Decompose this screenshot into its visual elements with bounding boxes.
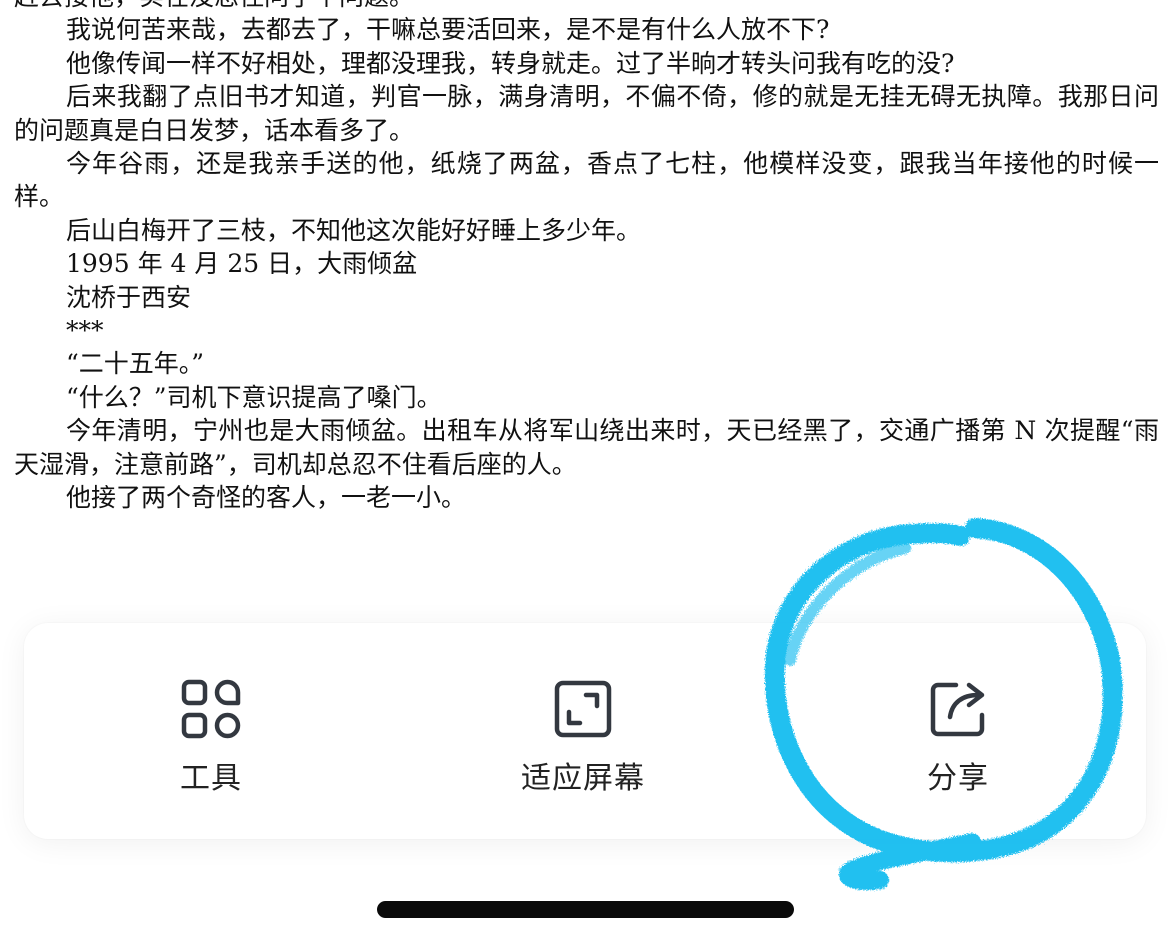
section-separator: *** [66, 316, 104, 346]
paragraph: “二十五年。” [66, 349, 205, 379]
paragraph: 他接了两个奇怪的客人，一老一小。 [66, 483, 467, 513]
paragraph: 后山白梅开了三枝，不知他这次能好好睡上多少年。 [66, 215, 642, 245]
tools-grid-icon [181, 679, 241, 739]
bottom-action-sheet: 工具 适应屏幕 分享 [24, 623, 1146, 839]
home-indicator[interactable] [377, 901, 794, 918]
screen: 赶去接他，实在没忍住问了个问题。 我说何苦来哉，去都去了，干嘛总要活回来，是不是… [0, 0, 1170, 941]
fit-screen-label: 适应屏幕 [521, 761, 645, 796]
tools-button[interactable]: 工具 [81, 623, 341, 839]
paragraph: 沈桥于西安 [66, 282, 192, 312]
share-label: 分享 [927, 761, 989, 796]
fit-screen-button[interactable]: 适应屏幕 [453, 623, 713, 839]
paragraph: 今年清明，宁州也是大雨倾盆。出租车从将军山绕出来时，天已经黑了，交通广播第 N … [14, 416, 1159, 479]
paragraph: 我说何苦来哉，去都去了，干嘛总要活回来，是不是有什么人放不下? [66, 15, 830, 45]
paragraph: 今年谷雨，还是我亲手送的他，纸烧了两盆，香点了七柱，他模样没变，跟我当年接他的时… [14, 149, 1159, 212]
fit-screen-icon [554, 680, 612, 738]
share-button[interactable]: 分享 [828, 623, 1088, 839]
paragraph: 他像传闻一样不好相处，理都没理我，转身就走。过了半晌才转头问我有吃的没? [66, 48, 955, 78]
paragraph: “什么？”司机下意识提高了嗓门。 [66, 382, 442, 412]
tools-label: 工具 [180, 761, 242, 796]
paragraph: 赶去接他，实在没忍住问了个问题。 [14, 0, 1159, 13]
share-icon [930, 682, 985, 737]
paragraph: 后来我翻了点旧书才知道，判官一脉，满身清明，不偏不倚，修的就是无挂无碍无执障。我… [14, 82, 1159, 145]
document-text: 赶去接他，实在没忍住问了个问题。 我说何苦来哉，去都去了，干嘛总要活回来，是不是… [14, 0, 1159, 515]
paragraph: 1995 年 4 月 25 日，大雨倾盆 [66, 249, 418, 279]
